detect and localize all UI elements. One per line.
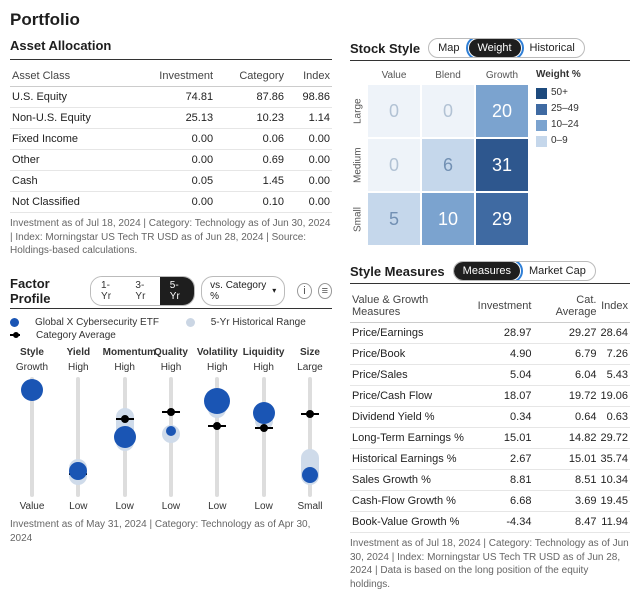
- info-icon[interactable]: i: [297, 283, 311, 299]
- col-header: Index: [286, 66, 332, 87]
- style-measures-table: Value & Growth MeasuresInvestmentCat. Av…: [350, 290, 630, 533]
- table-row: Price/Earnings28.9729.2728.64: [350, 323, 630, 344]
- period-toggle: 1-Yr3-Yr5-Yr: [90, 276, 195, 306]
- factor-column: YieldHighLow: [56, 345, 100, 514]
- dot-icon: [10, 318, 19, 327]
- table-row: Sales Growth %8.818.5110.34: [350, 470, 630, 491]
- asset-allocation-table: Asset ClassInvestmentCategoryIndex U.S. …: [10, 66, 332, 213]
- tab-map[interactable]: Map: [429, 39, 468, 57]
- factor-profile-heading: Factor Profile: [10, 276, 84, 306]
- factor-footnote: Investment as of May 31, 2024 | Category…: [10, 518, 332, 545]
- factor-column: SizeLargeSmall: [288, 345, 332, 514]
- tab-measures[interactable]: Measures: [454, 262, 520, 280]
- period-5-yr[interactable]: 5-Yr: [160, 277, 194, 305]
- tab-weight[interactable]: Weight: [469, 39, 521, 57]
- asset-footnote: Investment as of Jul 18, 2024 | Category…: [10, 217, 332, 258]
- factor-column: StyleGrowthValue: [10, 345, 54, 514]
- col-header: Investment: [131, 66, 215, 87]
- period-1-yr[interactable]: 1-Yr: [91, 277, 125, 305]
- col-header: Investment: [476, 290, 534, 323]
- factor-column: LiquidityHighLow: [242, 345, 286, 514]
- table-row: Cash0.051.450.00: [10, 171, 332, 192]
- col-header: Index: [598, 290, 630, 323]
- style-box-cell: 20: [476, 85, 528, 137]
- col-header: Cat. Average: [533, 290, 598, 323]
- table-row: Not Classified0.000.100.00: [10, 192, 332, 213]
- table-row: Dividend Yield %0.340.640.63: [350, 407, 630, 428]
- tab-historical[interactable]: Historical: [521, 39, 584, 57]
- table-row: Non-U.S. Equity25.1310.231.14: [10, 108, 332, 129]
- factor-column: QualityHighLow: [149, 345, 193, 514]
- measures-footnote: Investment as of Jul 18, 2024 | Category…: [350, 537, 630, 591]
- diamond-icon: [10, 332, 20, 338]
- settings-icon[interactable]: ≡: [318, 283, 332, 299]
- style-measures-heading: Style Measures: [350, 264, 445, 279]
- style-measures-tabs: MeasuresMarket Cap: [453, 261, 596, 281]
- dot-icon: [186, 318, 195, 327]
- style-box-cell: 29: [476, 193, 528, 245]
- asset-allocation-heading: Asset Allocation: [10, 38, 332, 53]
- style-box-cell: 0: [368, 139, 420, 191]
- table-row: Other0.000.690.00: [10, 150, 332, 171]
- col-header: Category: [215, 66, 286, 87]
- style-box-cell: 0: [368, 85, 420, 137]
- table-row: Historical Earnings %2.6715.0135.74: [350, 449, 630, 470]
- tab-market-cap[interactable]: Market Cap: [520, 262, 595, 280]
- table-row: Price/Sales5.046.045.43: [350, 365, 630, 386]
- table-row: Cash-Flow Growth %6.683.6919.45: [350, 491, 630, 512]
- stock-style-heading: Stock Style: [350, 41, 420, 56]
- table-row: Fixed Income0.000.060.00: [10, 129, 332, 150]
- period-3-yr[interactable]: 3-Yr: [125, 277, 159, 305]
- page-title: Portfolio: [10, 10, 630, 30]
- table-row: Price/Cash Flow18.0719.7219.06: [350, 386, 630, 407]
- style-box-legend: Weight % 50+25–4910–240–9: [536, 67, 581, 149]
- style-box-cell: 0: [422, 85, 474, 137]
- comparison-dropdown[interactable]: vs. Category %: [201, 276, 285, 306]
- col-header: Asset Class: [10, 66, 131, 87]
- style-box-cell: 6: [422, 139, 474, 191]
- factor-column: VolatilityHighLow: [195, 345, 239, 514]
- col-header: Value & Growth Measures: [350, 290, 476, 323]
- stock-style-tabs: MapWeightHistorical: [428, 38, 585, 58]
- table-row: U.S. Equity74.8187.8698.86: [10, 87, 332, 108]
- factor-legend: Global X Cybersecurity ETF 5-Yr Historic…: [10, 317, 332, 342]
- table-row: Book-Value Growth %-4.348.4711.94: [350, 512, 630, 533]
- style-box-cell: 5: [368, 193, 420, 245]
- table-row: Price/Book4.906.797.26: [350, 344, 630, 365]
- style-box-cell: 10: [422, 193, 474, 245]
- factor-column: MomentumHighLow: [103, 345, 147, 514]
- table-row: Long-Term Earnings %15.0114.8229.72: [350, 428, 630, 449]
- style-box-cell: 31: [476, 139, 528, 191]
- style-box-grid: ValueBlendGrowthLarge0020Medium0631Small…: [350, 67, 528, 245]
